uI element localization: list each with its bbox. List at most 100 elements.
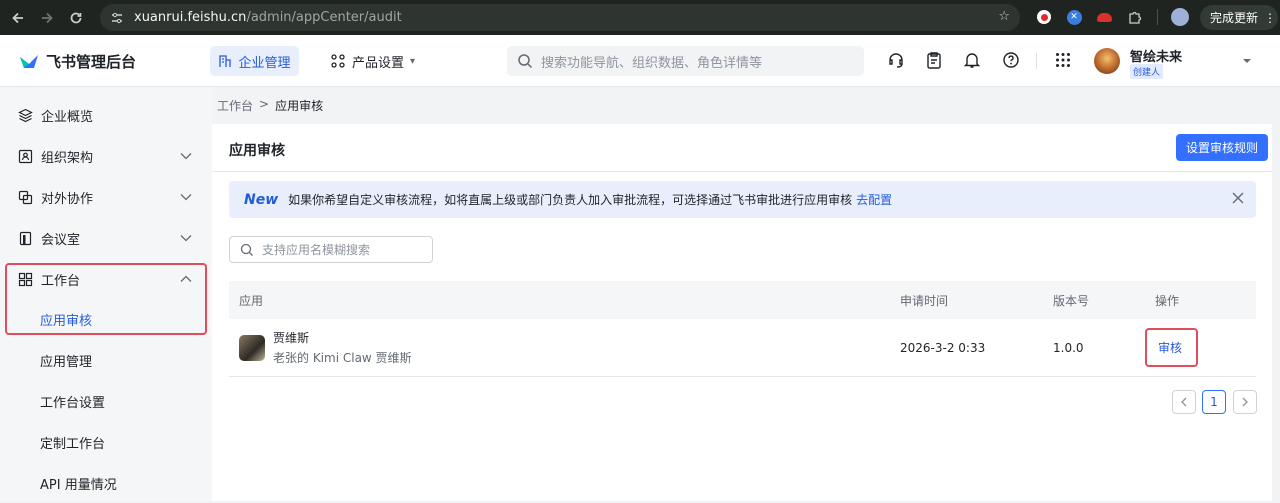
close-icon[interactable] [1232,192,1244,207]
notice-text: 如果你希望自定义审核流程，如将直属上级或部门负责人加入审批流程，可选择通过飞书审… [288,193,853,207]
building-icon [219,55,232,67]
breadcrumb-parent[interactable]: 工作台 [217,97,253,114]
global-search-placeholder: 搜索功能导航、组织数据、角色详情等 [541,55,763,71]
clipboard-icon[interactable] [925,51,945,71]
app-grid-icon[interactable] [1055,52,1071,72]
forward-icon[interactable] [36,7,58,29]
user-menu-caret-icon[interactable] [1242,54,1252,69]
product-settings-icon [331,54,345,68]
col-header-version: 版本号 [1053,293,1090,308]
help-icon[interactable] [1002,51,1022,71]
collaboration-icon [18,190,33,204]
tab-product-settings[interactable]: 产品设置 ▾ [330,46,415,76]
user-avatar[interactable] [1094,48,1120,74]
pagination-next[interactable] [1233,390,1257,414]
layers-icon [18,108,33,122]
sidebar-label: 会议室 [41,232,81,248]
profile-avatar-icon[interactable] [1170,7,1190,27]
logo[interactable]: 飞书管理后台 [18,51,136,72]
update-label: 完成更新 [1210,11,1259,25]
sidebar-label: 应用管理 [40,354,93,370]
app-header: 飞书管理后台 企业管理 产品设置 ▾ 搜索功能导航、组织数据、角色详情等 智绘未… [0,35,1280,87]
sidebar-item-app-management[interactable]: 应用管理 [0,340,212,380]
col-header-apply-time: 申请时间 [900,293,949,308]
breadcrumb: 工作台 > 应用审核 [217,97,323,114]
site-settings-icon[interactable] [110,11,124,25]
sidebar-label: 企业概览 [41,109,94,125]
sidebar-label: 对外协作 [41,191,94,207]
sidebar-item-custom-workplace[interactable]: 定制工作台 [0,422,212,462]
global-search-input[interactable]: 搜索功能导航、组织数据、角色详情等 [507,46,864,76]
tab-product-label: 产品设置 [352,55,405,71]
extension-blue-icon[interactable]: ✕ [1064,7,1084,27]
app-name: 贾维斯 [273,331,310,345]
address-bar[interactable]: xuanrui.feishu.cn/admin/appCenter/audit … [100,4,1020,31]
tab-enterprise-management[interactable]: 企业管理 [210,46,299,76]
notice-banner: New 如果你希望自定义审核流程，如将直属上级或部门负责人加入审批流程，可选择通… [229,181,1256,218]
set-review-rules-button[interactable]: 设置审核规则 [1176,134,1268,161]
col-header-action: 操作 [1155,293,1180,308]
highlight-box-review [1145,328,1198,367]
apply-time: 2026-3-2 0:33 [900,340,986,355]
sidebar-item-workplace-settings[interactable]: 工作台设置 [0,381,212,421]
breadcrumb-separator: > [259,97,270,111]
notice-config-link[interactable]: 去配置 [856,191,892,208]
sidebar-item-api-usage[interactable]: API 用量情况 [0,463,212,503]
extension-red-dot-icon[interactable] [1034,7,1054,27]
back-icon[interactable] [7,7,29,29]
sidebar-item-enterprise-overview[interactable]: 企业概览 [0,95,212,135]
sidebar-label: 定制工作台 [40,436,106,452]
pagination-page[interactable]: 1 [1202,390,1226,414]
tab-enterprise-label: 企业管理 [238,55,291,71]
app-description: 老张的 Kimi Claw 贾维斯 [273,351,412,365]
sidebar-label: API 用量情况 [40,477,117,493]
table-header: 应用 申请时间 版本号 操作 [229,281,1256,319]
logo-text: 飞书管理后台 [46,53,137,71]
sidebar-label: 工作台设置 [40,395,106,411]
user-name: 智绘未来 [1130,50,1183,65]
version: 1.0.0 [1053,340,1084,355]
highlight-box-sidebar [5,263,207,335]
chevron-down-icon [180,149,192,164]
app-search-placeholder: 支持应用名模糊搜索 [262,243,371,257]
feishu-logo-icon [20,54,38,68]
col-header-app: 应用 [239,293,264,308]
sidebar-item-external-collab[interactable]: 对外协作 [0,177,212,217]
browser-toolbar: xuanrui.feishu.cn/admin/appCenter/audit … [0,0,1280,35]
header-divider [1036,53,1037,69]
app-avatar [239,334,265,361]
more-icon: ⋮ [1264,10,1277,25]
door-icon [19,231,32,245]
search-icon [240,243,253,256]
pagination-prev[interactable] [1172,390,1196,414]
chevron-right-icon [1242,397,1248,407]
extensions-puzzle-icon[interactable] [1124,7,1144,27]
url-host: xuanrui.feishu.cn [134,10,247,25]
chevron-down-icon [180,231,192,246]
bell-icon[interactable] [963,51,983,71]
bookmark-star-icon[interactable]: ☆ [998,9,1010,24]
new-badge: New [244,191,279,208]
review-panel: 应用审核 设置审核规则 New 如果你希望自定义审核流程，如将直属上级或部门负责… [212,124,1272,501]
headset-icon[interactable] [887,51,907,71]
extension-hat-icon[interactable] [1094,7,1114,27]
sidebar: 企业概览 组织架构 对外协作 会议室 工作台 应用审核 应用管理 工作台设置 定… [0,87,212,501]
reload-icon[interactable] [65,7,87,29]
page-title: 应用审核 [229,143,285,159]
sidebar-label: 组织架构 [41,150,94,166]
chevron-down-icon [180,190,192,205]
sidebar-item-meeting-room[interactable]: 会议室 [0,218,212,258]
app-search-input[interactable]: 支持应用名模糊搜索 [229,236,433,263]
org-chart-icon [18,149,33,163]
chevron-left-icon [1181,397,1187,407]
toolbar-divider [1157,9,1158,25]
search-icon [518,54,533,69]
update-button[interactable]: 完成更新 ⋮ [1200,5,1278,30]
panel-divider [212,171,1272,172]
app-cell: 贾维斯 老张的 Kimi Claw 贾维斯 [239,319,412,376]
main-content: 工作台 > 应用审核 应用审核 设置审核规则 New 如果你希望自定义审核流程，… [212,87,1280,501]
breadcrumb-current: 应用审核 [275,99,324,113]
sidebar-item-org-structure[interactable]: 组织架构 [0,136,212,176]
user-role-badge: 创建人 [1130,64,1164,79]
chevron-down-icon: ▾ [410,55,416,67]
